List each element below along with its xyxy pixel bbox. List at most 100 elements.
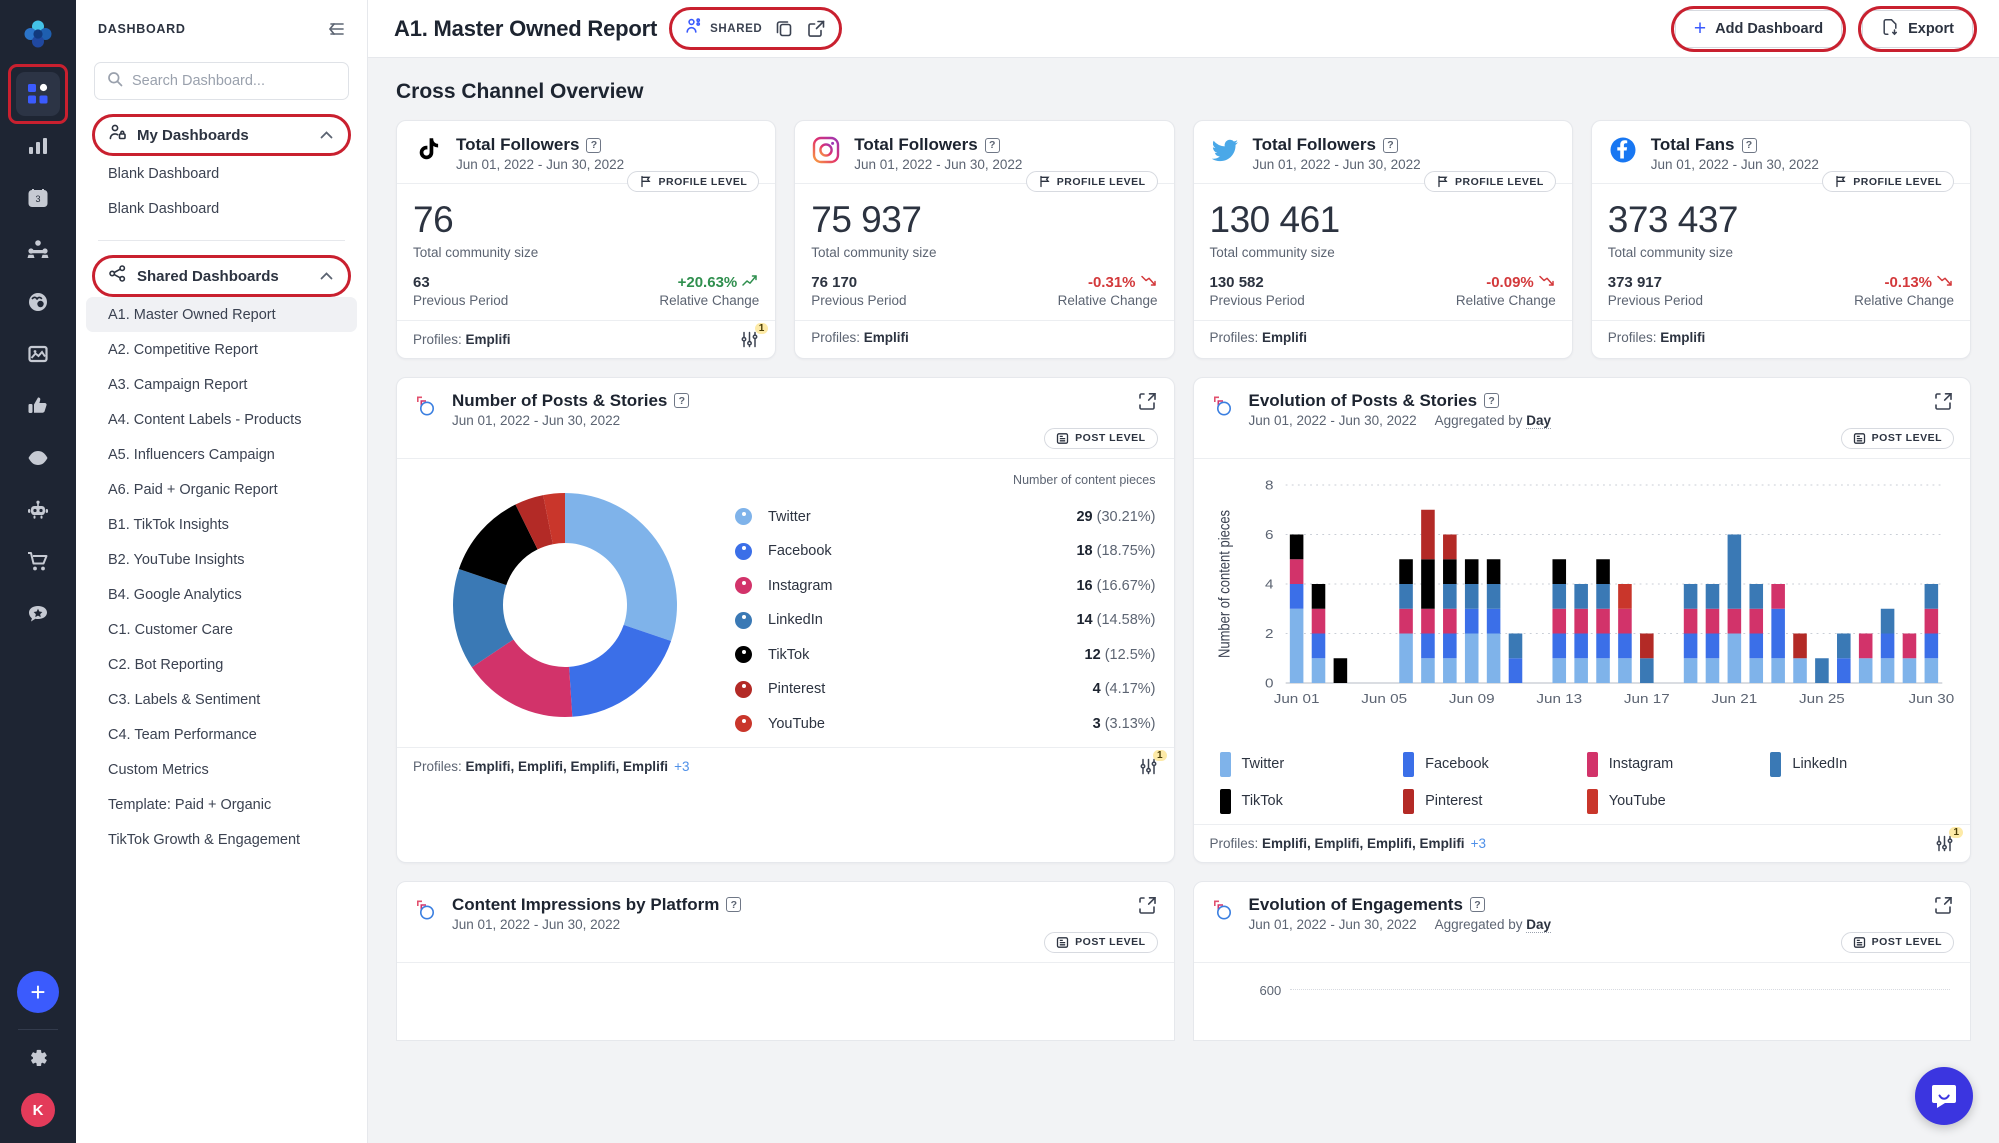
bar-segment-facebook-29[interactable] [1924,633,1938,658]
bar-segment-twitter-23[interactable] [1792,657,1807,683]
bar-segment-facebook-10[interactable] [1508,657,1522,683]
bar-segment-facebook-8[interactable] [1464,608,1478,634]
bar-segment-linkedin-27[interactable] [1880,608,1894,634]
bar-segment-instagram-19[interactable] [1705,608,1719,634]
help-question-icon-2[interactable]: ? [1484,393,1500,409]
post-level-pill-impressions[interactable]: POST LEVEL [1044,931,1158,953]
rail-icon-listening[interactable] [16,436,60,480]
bar-segment-linkedin-29[interactable] [1924,583,1938,609]
bar-segment-facebook-6[interactable] [1420,633,1435,658]
bar-segment-instagram-28[interactable] [1902,633,1916,658]
sidebar-item-shared-0[interactable]: A1. Master Owned Report [86,297,357,332]
post-level-pill-evolution[interactable]: POST LEVEL [1840,427,1954,449]
sidebar-item-shared-5[interactable]: A6. Paid + Organic Report [86,472,357,507]
settings-gear-icon[interactable] [26,1046,50,1075]
bar-segment-linkedin-19[interactable] [1705,583,1719,609]
rail-icon-thumbs-up[interactable] [16,384,60,428]
bar-legend-item-tiktok[interactable]: TikTok [1219,788,1404,814]
help-question-icon-kpi-1[interactable]: ? [984,137,1000,153]
bar-legend-item-facebook[interactable]: Facebook [1403,751,1587,777]
sidebar-item-shared-8[interactable]: B4. Google Analytics [86,577,357,612]
bar-segment-twitter-6[interactable] [1420,657,1435,683]
chevron-up-icon[interactable] [318,127,335,144]
search-input[interactable] [132,73,336,89]
chevron-up-icon-2[interactable] [318,268,335,285]
shared-status-badge[interactable]: SHARED [685,17,762,40]
search-dashboard-box[interactable] [94,62,349,100]
profile-level-pill-1[interactable]: PROFILE LEVEL [1025,171,1158,192]
bar-segment-facebook-25[interactable] [1836,657,1851,683]
bar-segment-linkedin-7[interactable] [1442,583,1457,609]
evolution-footer-more[interactable]: +3 [1471,836,1486,851]
bar-segment-twitter-28[interactable] [1902,657,1916,683]
bar-segment-instagram-22[interactable] [1770,583,1785,609]
bar-segment-twitter-19[interactable] [1705,657,1719,683]
bar-segment-tiktok-14[interactable] [1595,558,1610,584]
add-dashboard-button[interactable]: + Add Dashboard [1670,5,1847,52]
bar-segment-twitter-1[interactable] [1311,657,1325,683]
bar-segment-facebook-9[interactable] [1486,608,1500,634]
bar-segment-linkedin-20[interactable] [1727,534,1741,609]
bar-segment-instagram-7[interactable] [1442,608,1457,634]
help-question-icon-kpi-0[interactable]: ? [586,137,602,153]
chat-support-button[interactable] [1915,1067,1973,1125]
bar-segment-twitter-5[interactable] [1398,633,1413,683]
rail-icon-review-star[interactable] [16,592,60,636]
bar-segment-pinterest-6[interactable] [1420,509,1435,559]
bar-segment-instagram-1[interactable] [1311,608,1325,634]
sidebar-item-shared-6[interactable]: B1. TikTok Insights [86,507,357,542]
bar-segment-instagram-15[interactable] [1617,608,1632,634]
bar-segment-facebook-12[interactable] [1551,633,1566,658]
sidebar-item-shared-13[interactable]: Custom Metrics [86,752,357,787]
bar-segment-twitter-14[interactable] [1595,657,1610,683]
bar-legend-item-youtube[interactable]: YouTube [1586,788,1771,814]
bar-segment-facebook-15[interactable] [1617,633,1632,658]
post-level-pill-donut[interactable]: POST LEVEL [1044,427,1158,449]
sidebar-group-my-dashboards[interactable]: My Dashboards [90,114,353,156]
bar-segment-linkedin-8[interactable] [1464,583,1478,609]
bar-segment-linkedin-16[interactable] [1639,657,1654,683]
donut-legend-row-youtube[interactable]: YouTube 3 (3.13%) [735,707,1156,742]
bar-segment-instagram-26[interactable] [1858,633,1872,658]
bar-segment-facebook-22[interactable] [1770,608,1785,658]
bar-segment-facebook-21[interactable] [1748,633,1763,658]
bar-segment-twitter-9[interactable] [1486,633,1500,683]
sidebar-item-blank-dashboard-2[interactable]: Blank Dashboard [86,191,357,226]
rail-icon-engagement[interactable] [16,280,60,324]
help-question-icon[interactable]: ? [674,393,690,409]
bar-segment-twitter-21[interactable] [1748,657,1763,683]
sidebar-item-shared-9[interactable]: C1. Customer Care [86,612,357,647]
sidebar-item-shared-10[interactable]: C2. Bot Reporting [86,647,357,682]
bar-segment-tiktok-5[interactable] [1398,558,1413,584]
help-question-icon-kpi-3[interactable]: ? [1741,137,1757,153]
bar-segment-instagram-5[interactable] [1398,608,1413,634]
evolution-filter-icon[interactable]: 1 [1935,826,1963,853]
bar-segment-linkedin-5[interactable] [1398,583,1413,609]
bar-segment-instagram-14[interactable] [1595,608,1610,634]
bar-segment-facebook-19[interactable] [1705,633,1719,658]
donut-filter-icon[interactable]: 1 [1139,750,1167,776]
bar-segment-pinterest-23[interactable] [1792,633,1807,658]
bar-segment-tiktok-1[interactable] [1311,583,1325,609]
expand-engagements-icon[interactable] [1933,895,1954,916]
bar-segment-twitter-8[interactable] [1464,633,1478,683]
bar-legend-item-instagram[interactable]: Instagram [1586,751,1771,777]
bar-segment-instagram-21[interactable] [1748,608,1763,634]
bar-segment-tiktok-8[interactable] [1464,558,1478,584]
help-question-icon-4[interactable]: ? [1469,897,1485,913]
bar-segment-linkedin-25[interactable] [1836,633,1851,658]
profile-level-pill-0[interactable]: PROFILE LEVEL [627,171,760,192]
collapse-sidebar-icon[interactable] [325,18,347,40]
sidebar-item-shared-11[interactable]: C3. Labels & Sentiment [86,682,357,717]
donut-legend-row-tiktok[interactable]: TikTok 12 (12.5%) [735,638,1156,673]
rail-icon-analytics-bars[interactable] [16,124,60,168]
profile-level-pill-3[interactable]: PROFILE LEVEL [1822,171,1954,192]
expand-evolution-card-icon[interactable] [1933,391,1954,412]
sidebar-group-shared-dashboards[interactable]: Shared Dashboards [90,255,353,297]
bar-segment-instagram-6[interactable] [1420,608,1435,634]
rail-icon-bot[interactable] [16,488,60,532]
rail-add-button[interactable]: + [17,971,59,1013]
bar-segment-instagram-0[interactable] [1289,558,1303,584]
bar-segment-twitter-15[interactable] [1617,657,1632,683]
bar-segment-facebook-1[interactable] [1311,633,1325,658]
